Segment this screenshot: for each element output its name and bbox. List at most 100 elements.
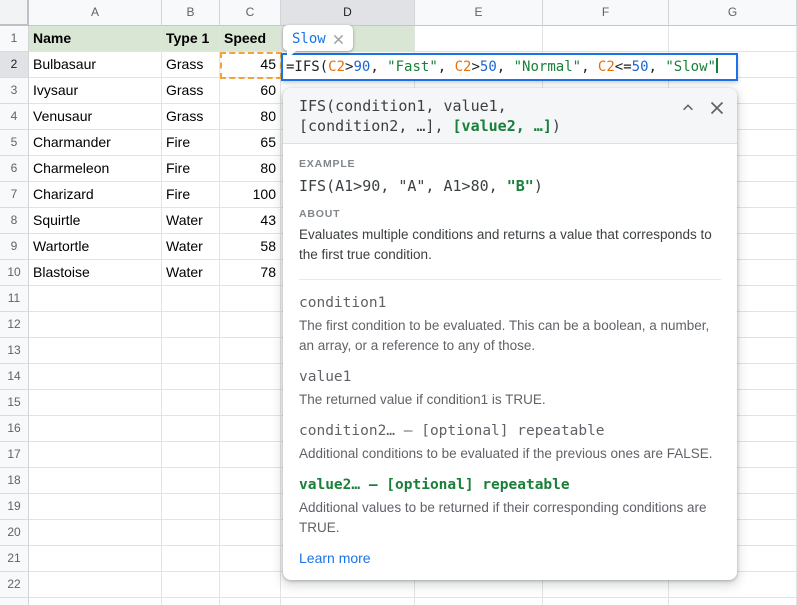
column-header-F[interactable]: F xyxy=(543,0,669,26)
cell-C12[interactable] xyxy=(220,312,281,338)
cell-B5[interactable]: Fire xyxy=(162,130,220,156)
cell-A21[interactable] xyxy=(29,546,162,572)
row-header-19[interactable]: 19 xyxy=(0,494,29,520)
cell-C21[interactable] xyxy=(220,546,281,572)
cell-C2[interactable]: 45 xyxy=(220,52,281,78)
cell-B4[interactable]: Grass xyxy=(162,104,220,130)
tooltip-close-icon[interactable] xyxy=(333,34,344,45)
cell-A4[interactable]: Venusaur xyxy=(29,104,162,130)
cell-A18[interactable] xyxy=(29,468,162,494)
cell-A20[interactable] xyxy=(29,520,162,546)
cell-A11[interactable] xyxy=(29,286,162,312)
row-header-13[interactable]: 13 xyxy=(0,338,29,364)
cell-B16[interactable] xyxy=(162,416,220,442)
row-header-16[interactable]: 16 xyxy=(0,416,29,442)
cell-C19[interactable] xyxy=(220,494,281,520)
row-header-12[interactable]: 12 xyxy=(0,312,29,338)
row-header-9[interactable]: 9 xyxy=(0,234,29,260)
row-header-15[interactable]: 15 xyxy=(0,390,29,416)
row-header-23[interactable] xyxy=(0,598,29,605)
cell-F1[interactable] xyxy=(543,26,669,52)
cell-A22[interactable] xyxy=(29,572,162,598)
cell-B20[interactable] xyxy=(162,520,220,546)
cell-D23[interactable] xyxy=(281,598,415,605)
cell-B13[interactable] xyxy=(162,338,220,364)
cell-A14[interactable] xyxy=(29,364,162,390)
row-header-6[interactable]: 6 xyxy=(0,156,29,182)
cell-C7[interactable]: 100 xyxy=(220,182,281,208)
row-header-8[interactable]: 8 xyxy=(0,208,29,234)
cell-A19[interactable] xyxy=(29,494,162,520)
cell-C11[interactable] xyxy=(220,286,281,312)
cell-A8[interactable]: Squirtle xyxy=(29,208,162,234)
cell-A23[interactable] xyxy=(29,598,162,605)
cell-C20[interactable] xyxy=(220,520,281,546)
cell-A12[interactable] xyxy=(29,312,162,338)
row-header-7[interactable]: 7 xyxy=(0,182,29,208)
row-header-21[interactable]: 21 xyxy=(0,546,29,572)
cell-A13[interactable] xyxy=(29,338,162,364)
row-header-5[interactable]: 5 xyxy=(0,130,29,156)
cell-B11[interactable] xyxy=(162,286,220,312)
cell-E23[interactable] xyxy=(415,598,543,605)
row-header-11[interactable]: 11 xyxy=(0,286,29,312)
cell-C5[interactable]: 65 xyxy=(220,130,281,156)
cell-B17[interactable] xyxy=(162,442,220,468)
cell-A15[interactable] xyxy=(29,390,162,416)
row-header-1[interactable]: 1 xyxy=(0,26,29,52)
cell-B12[interactable] xyxy=(162,312,220,338)
row-header-4[interactable]: 4 xyxy=(0,104,29,130)
cell-B18[interactable] xyxy=(162,468,220,494)
cell-C23[interactable] xyxy=(220,598,281,605)
cell-C16[interactable] xyxy=(220,416,281,442)
cell-A17[interactable] xyxy=(29,442,162,468)
cell-C13[interactable] xyxy=(220,338,281,364)
close-icon[interactable] xyxy=(709,100,725,116)
cell-B19[interactable] xyxy=(162,494,220,520)
row-header-18[interactable]: 18 xyxy=(0,468,29,494)
cell-B10[interactable]: Water xyxy=(162,260,220,286)
cell-B7[interactable]: Fire xyxy=(162,182,220,208)
cell-C6[interactable]: 80 xyxy=(220,156,281,182)
row-header-3[interactable]: 3 xyxy=(0,78,29,104)
cell-G1[interactable] xyxy=(669,26,797,52)
cell-A3[interactable]: Ivysaur xyxy=(29,78,162,104)
collapse-icon[interactable] xyxy=(681,101,695,115)
column-header-E[interactable]: E xyxy=(415,0,543,26)
formula-editor[interactable]: =IFS(C2>90, "Fast", C2>50, "Normal", C2<… xyxy=(281,53,738,81)
cell-A16[interactable] xyxy=(29,416,162,442)
cell-C15[interactable] xyxy=(220,390,281,416)
cell-C22[interactable] xyxy=(220,572,281,598)
row-header-2[interactable]: 2 xyxy=(0,52,29,78)
row-header-22[interactable]: 22 xyxy=(0,572,29,598)
cell-A10[interactable]: Blastoise xyxy=(29,260,162,286)
cell-B2[interactable]: Grass xyxy=(162,52,220,78)
column-header-D[interactable]: D xyxy=(281,0,415,26)
cell-C4[interactable]: 80 xyxy=(220,104,281,130)
cell-C8[interactable]: 43 xyxy=(220,208,281,234)
select-all-corner[interactable] xyxy=(0,0,29,26)
row-header-10[interactable]: 10 xyxy=(0,260,29,286)
cell-B22[interactable] xyxy=(162,572,220,598)
cell-C9[interactable]: 58 xyxy=(220,234,281,260)
cell-B8[interactable]: Water xyxy=(162,208,220,234)
cell-A1[interactable]: Name xyxy=(29,26,162,52)
cell-A5[interactable]: Charmander xyxy=(29,130,162,156)
cell-B6[interactable]: Fire xyxy=(162,156,220,182)
cell-A9[interactable]: Wartortle xyxy=(29,234,162,260)
cell-C17[interactable] xyxy=(220,442,281,468)
learn-more-link[interactable]: Learn more xyxy=(299,550,371,566)
cell-F23[interactable] xyxy=(543,598,669,605)
row-header-17[interactable]: 17 xyxy=(0,442,29,468)
cell-E1[interactable] xyxy=(415,26,543,52)
cell-C18[interactable] xyxy=(220,468,281,494)
cell-C1[interactable]: Speed xyxy=(220,26,281,52)
cell-B21[interactable] xyxy=(162,546,220,572)
cell-B3[interactable]: Grass xyxy=(162,78,220,104)
cell-C14[interactable] xyxy=(220,364,281,390)
cell-A6[interactable]: Charmeleon xyxy=(29,156,162,182)
cell-A2[interactable]: Bulbasaur xyxy=(29,52,162,78)
row-header-14[interactable]: 14 xyxy=(0,364,29,390)
cell-G23[interactable] xyxy=(669,598,797,605)
column-header-A[interactable]: A xyxy=(29,0,162,26)
